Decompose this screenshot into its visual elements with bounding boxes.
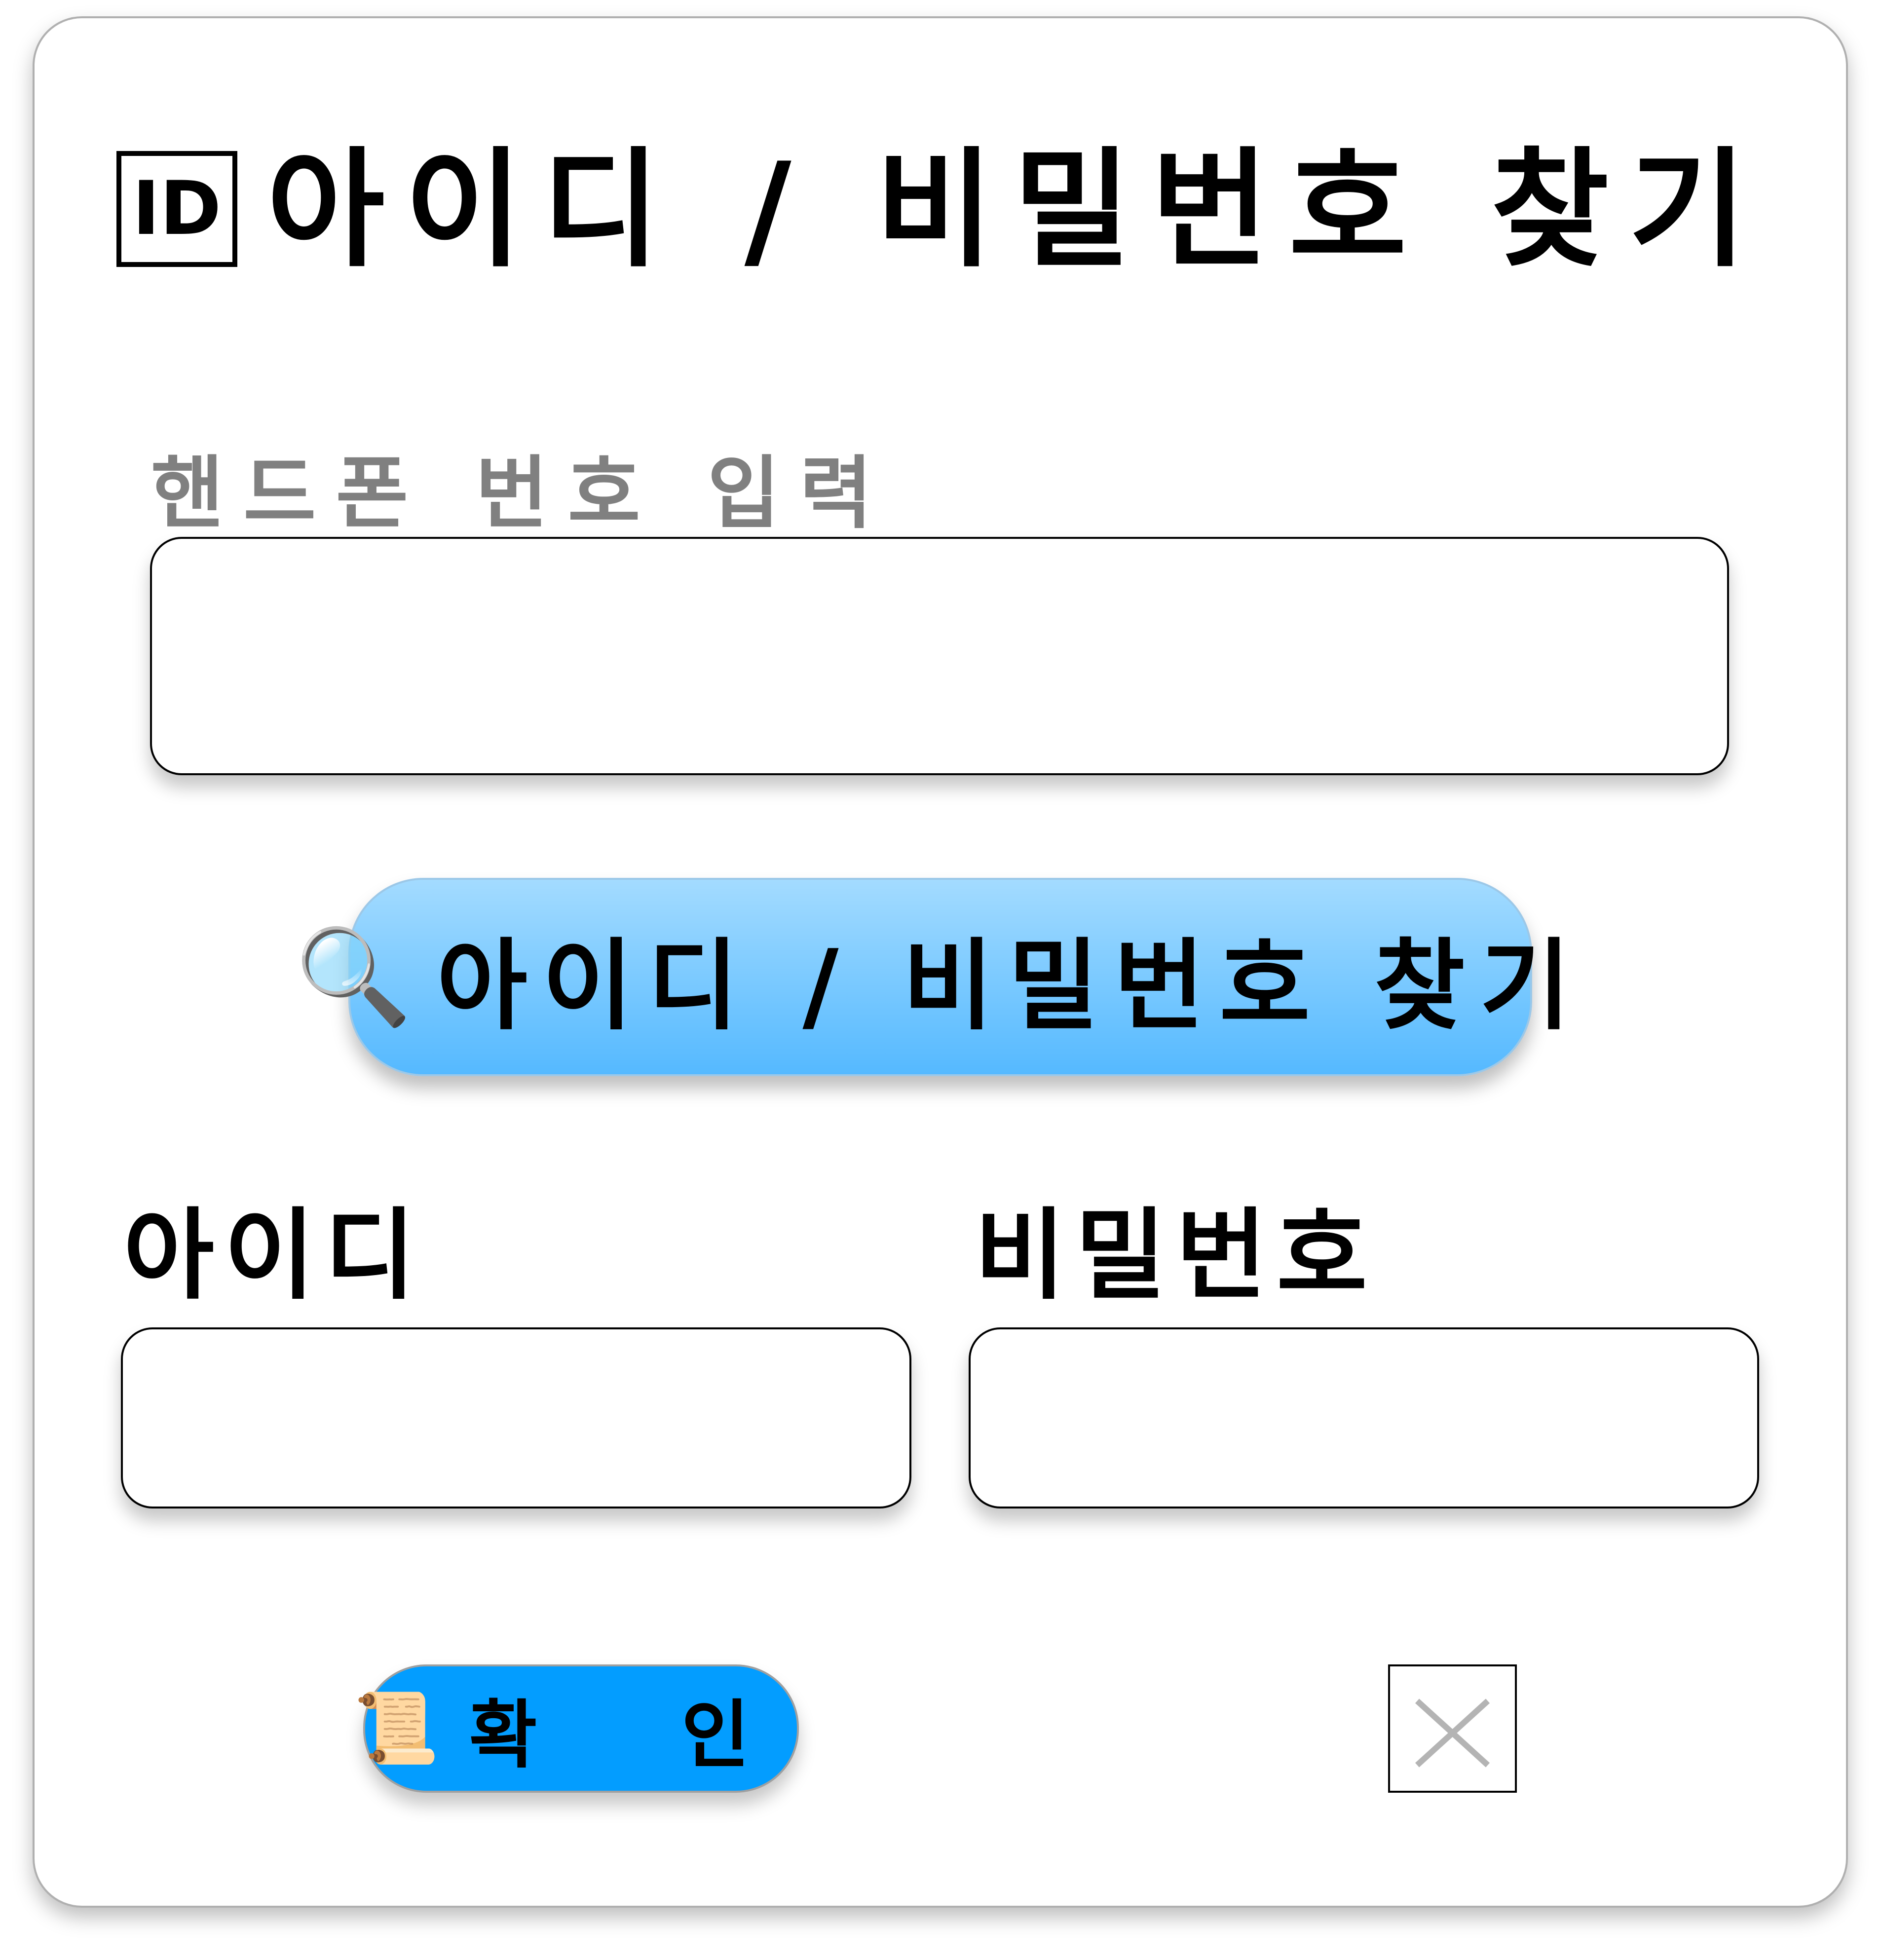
find-account-button[interactable]: 🔍 아이디 / 비밀번호 찾기	[295, 878, 1571, 1076]
magnifying-glass-icon: 🔍	[295, 922, 412, 1031]
confirm-button-label: 확 인	[469, 1692, 809, 1778]
id-input[interactable]	[121, 1327, 911, 1508]
close-icon	[1415, 1698, 1490, 1768]
id-label: 아이디	[123, 1198, 426, 1313]
password-label: 비밀번호	[975, 1198, 1378, 1313]
confirm-button[interactable]: 📜 확 인	[353, 1664, 799, 1793]
password-input[interactable]	[969, 1327, 1759, 1508]
close-button[interactable]	[1388, 1664, 1517, 1793]
scroll-icon: 📜	[353, 1688, 440, 1769]
dialog-title: ID 아이디 / 비밀번호 찾기	[0, 133, 1883, 287]
id-button-icon: ID	[116, 151, 237, 267]
phone-input[interactable]	[150, 537, 1729, 775]
find-account-button-label: 아이디 / 비밀번호 찾기	[436, 929, 1585, 1044]
dialog-title-text: 아이디 / 비밀번호 찾기	[266, 136, 1767, 285]
phone-label: 핸드폰 번호 입력	[151, 447, 892, 539]
